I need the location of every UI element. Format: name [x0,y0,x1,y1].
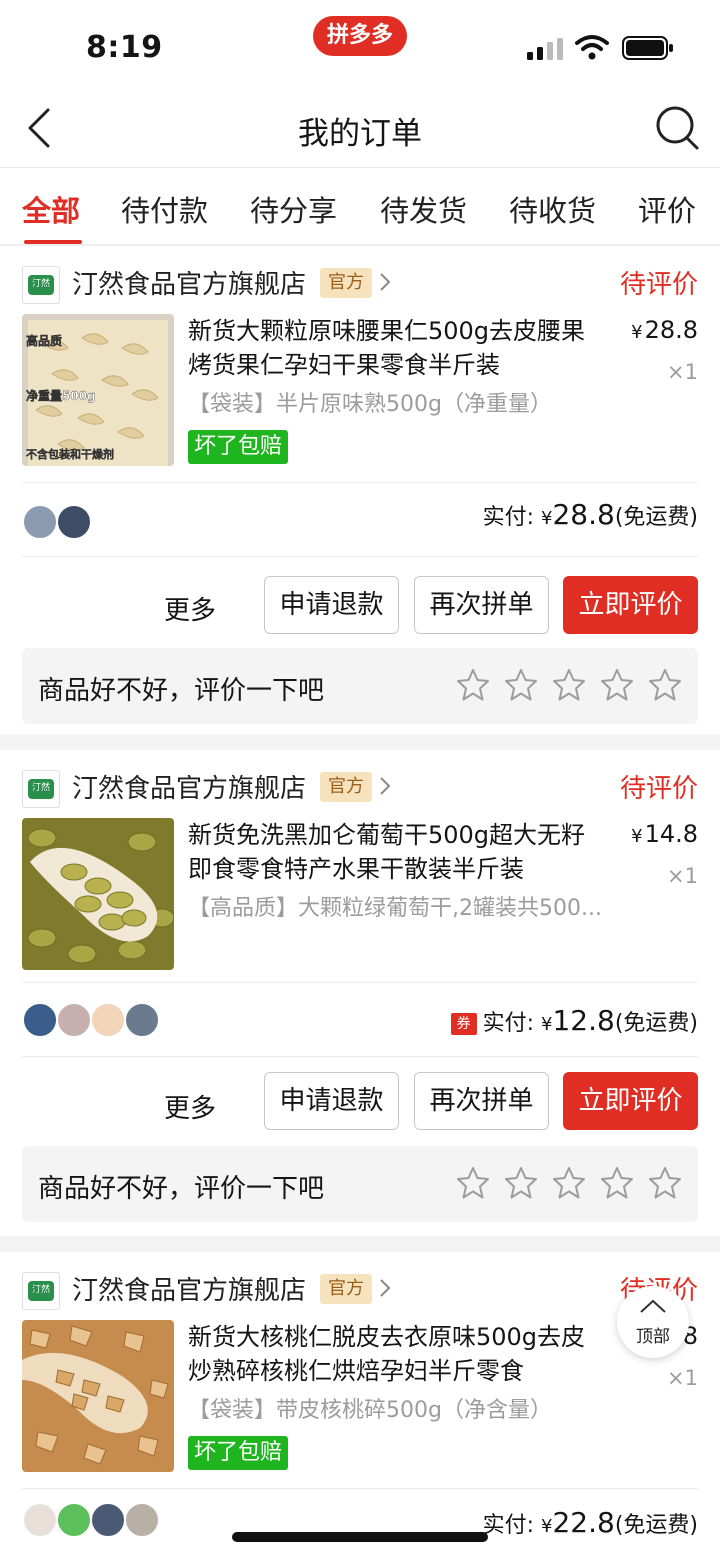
divider [22,982,698,983]
product-title[interactable]: 新货大核桃仁脱皮去衣原味500g去皮炒熟碎核桃仁烘焙孕妇半斤零食 [188,1320,608,1388]
store-name[interactable]: 汀然食品官方旗舰店 [72,768,306,805]
reorder-button[interactable]: 再次拼单 [414,1072,549,1130]
tab-pending-payment[interactable]: 待付款 [121,188,208,230]
product-image-walnut[interactable] [22,1320,174,1472]
reorder-button[interactable]: 再次拼单 [414,576,549,634]
chevron-right-icon[interactable] [378,270,392,294]
section-gap [0,1236,720,1252]
divider [22,1056,698,1057]
review-prompt-box[interactable]: 商品好不好，评价一下吧 [22,1146,698,1222]
product-title[interactable]: 新货大颗粒原味腰果仁500g去皮腰果烤货果仁孕妇干果零食半斤装 [188,314,608,382]
review-prompt-box[interactable]: 商品好不好，评价一下吧 [22,648,698,724]
star-icon[interactable] [648,1166,682,1200]
divider [22,556,698,557]
product-quantity: ×1 [667,864,698,888]
tab-all[interactable]: 全部 [22,188,80,230]
star-icon[interactable] [504,1166,538,1200]
star-icon[interactable] [648,668,682,702]
home-indicator[interactable] [232,1532,488,1542]
star-icon[interactable] [504,668,538,702]
request-refund-button[interactable]: 申请退款 [264,576,399,634]
wifi-icon [575,35,609,60]
back-to-top-button[interactable]: 顶部 [617,1286,689,1358]
cellular-signal-icon [527,38,563,60]
review-prompt-text: 商品好不好，评价一下吧 [38,676,325,706]
avatar [56,1002,92,1038]
product-price: ¥28.8 [631,316,698,344]
official-badge: 官方 [320,268,372,298]
guarantee-badge: 坏了包赔 [188,1436,289,1470]
tab-pending-shipment[interactable]: 待发货 [380,188,467,230]
avatar [124,1002,160,1038]
paid-total: 实付: ¥22.8(免运费) [482,1506,698,1539]
star-icon[interactable] [600,668,634,702]
store-logo[interactable]: 汀然 [22,1272,60,1310]
svg-text:高品质: 高品质 [26,333,62,348]
order-card: 汀然 汀然食品官方旗舰店 官方 待评价 新货大核桃仁脱皮去衣原味500g去皮炒熟… [0,1252,720,1558]
review-now-button[interactable]: 立即评价 [563,576,698,634]
official-badge: 官方 [320,1274,372,1304]
request-refund-button[interactable]: 申请退款 [264,1072,399,1130]
chevron-up-icon [640,1299,666,1313]
product-spec: 【高品质】大颗粒绿葡萄干,2罐装共500... [188,896,602,921]
more-button[interactable]: 更多 [164,590,216,627]
review-prompt-text: 商品好不好，评价一下吧 [38,1174,325,1204]
battery-icon [622,36,673,60]
avatar [22,1002,58,1038]
svg-text:不含包装和干燥剂: 不含包装和干燥剂 [26,447,114,461]
back-to-top-label: 顶部 [636,1327,670,1347]
tab-reviews[interactable]: 评价 [638,188,696,230]
store-name[interactable]: 汀然食品官方旗舰店 [72,1270,306,1307]
order-card: 汀然 汀然食品官方旗舰店 官方 待评价 新货免洗黑加仑葡萄干500g超大无籽即食… [0,750,720,1236]
paid-total: 实付: ¥28.8(免运费) [482,498,698,531]
svg-text:净重量500g: 净重量500g [26,388,96,403]
avatar [90,1502,126,1538]
product-title[interactable]: 新货免洗黑加仑葡萄干500g超大无籽即食零食特产水果干散装半斤装 [188,818,608,886]
product-spec: 【袋装】带皮核桃碎500g（净含量） [188,1398,552,1423]
divider [22,482,698,483]
store-name[interactable]: 汀然食品官方旗舰店 [72,264,306,301]
more-button[interactable]: 更多 [164,1088,216,1125]
chevron-right-icon[interactable] [378,774,392,798]
search-icon[interactable] [654,104,700,152]
store-logo[interactable]: 汀然 [22,770,60,808]
product-quantity: ×1 [667,360,698,384]
product-price: ¥14.8 [631,820,698,848]
avatar [124,1502,160,1538]
store-logo[interactable]: 汀然 [22,266,60,304]
page-title: 我的订单 [298,116,422,152]
divider [22,1488,698,1489]
star-icon[interactable] [552,1166,586,1200]
official-badge: 官方 [320,772,372,802]
avatar [22,1502,58,1538]
guarantee-badge: 坏了包赔 [188,430,289,464]
status-time: 8:19 [86,30,163,65]
avatar [56,1502,92,1538]
review-now-button[interactable]: 立即评价 [563,1072,698,1130]
star-icon[interactable] [552,668,586,702]
star-icon[interactable] [456,668,490,702]
avatar [56,504,92,540]
star-icon[interactable] [456,1166,490,1200]
order-status: 待评价 [619,270,698,300]
tab-pending-receipt[interactable]: 待收货 [509,188,596,230]
status-bar: 8:19 拼多多 [0,0,720,90]
product-image-raisins[interactable] [22,818,174,970]
coupon-icon: 券 [450,1013,477,1035]
chevron-right-icon[interactable] [378,1276,392,1300]
section-gap [0,734,720,750]
pinduoduo-logo: 拼多多 [313,16,407,56]
order-status: 待评价 [619,774,698,804]
product-quantity: ×1 [667,1366,698,1390]
star-icon[interactable] [600,1166,634,1200]
avatar [22,504,58,540]
order-tabs: 全部 待付款 待分享 待发货 待收货 评价 [0,168,720,246]
tab-pending-share[interactable]: 待分享 [250,188,337,230]
nav-bar: 我的订单 [0,90,720,168]
order-card: 汀然 汀然食品官方旗舰店 官方 待评价 高品质 净重量500g 不含包装和干燥剂… [0,246,720,734]
avatar [90,1002,126,1038]
paid-total: 券实付: ¥12.8(免运费) [450,1004,698,1037]
product-image-cashew[interactable]: 高品质 净重量500g 不含包装和干燥剂 [22,314,174,466]
product-spec: 【袋装】半片原味熟500g（净重量） [188,392,552,417]
